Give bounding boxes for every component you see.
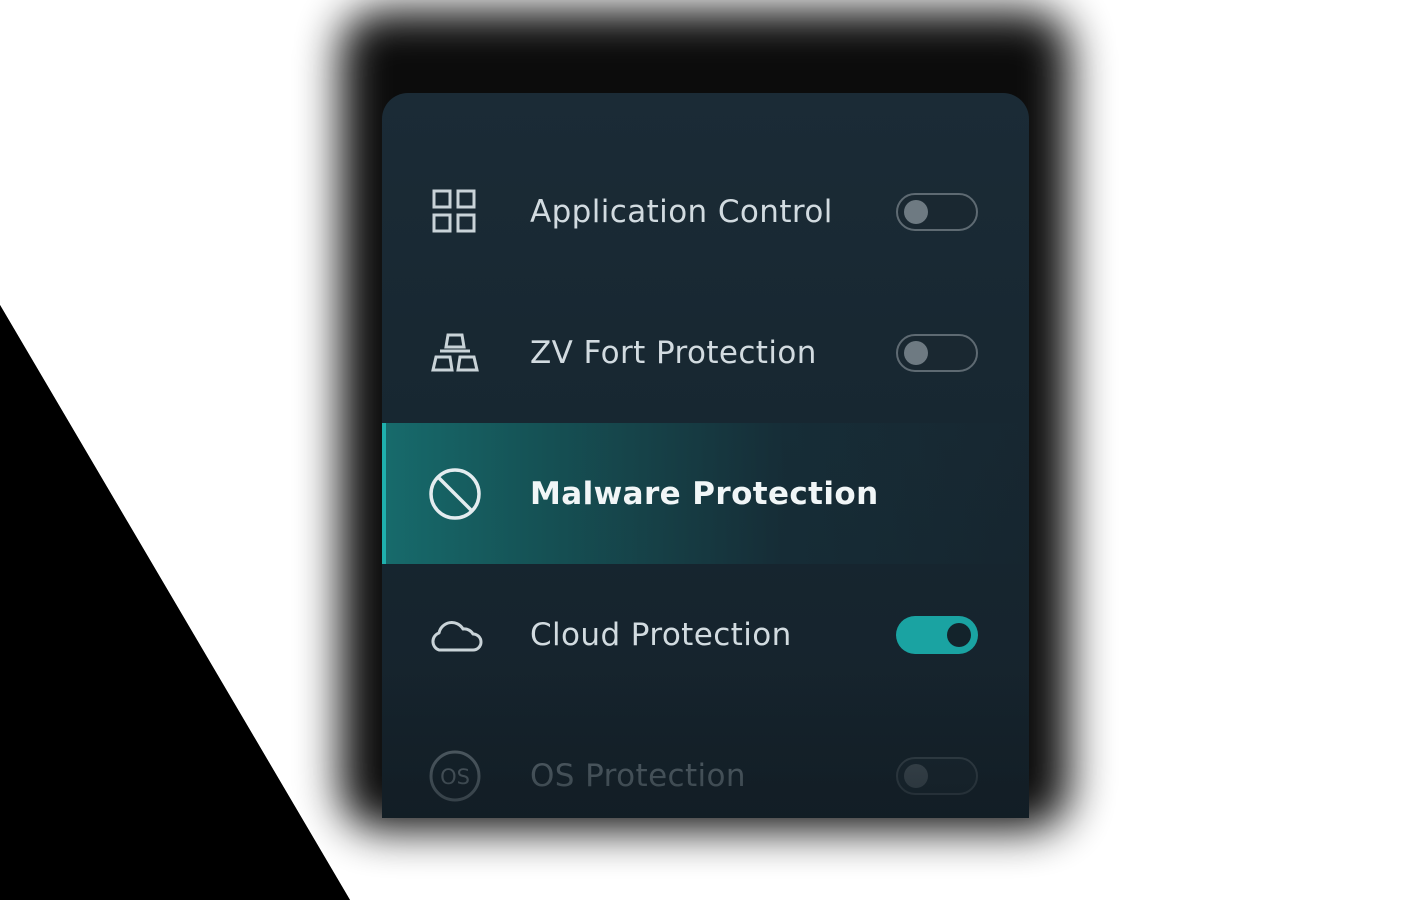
- stage: Application Control ZV Fort Protection M…: [0, 0, 1410, 900]
- menu-item-label: OS Protection: [530, 757, 746, 794]
- prohibited-icon: [426, 465, 484, 523]
- menu-item-application-control[interactable]: Application Control: [382, 141, 1029, 282]
- zv-fort-protection-toggle[interactable]: [896, 333, 978, 372]
- os-icon: OS: [426, 747, 484, 805]
- application-control-toggle[interactable]: [896, 192, 978, 231]
- toggle-knob: [947, 622, 971, 647]
- menu-item-label: ZV Fort Protection: [530, 334, 817, 371]
- cloud-protection-toggle[interactable]: [896, 615, 978, 654]
- menu-item-label: Application Control: [530, 193, 833, 230]
- menu-item-zv-fort-protection[interactable]: ZV Fort Protection: [382, 282, 1029, 423]
- menu-item-cloud-protection[interactable]: Cloud Protection: [382, 564, 1029, 705]
- toggle-knob: [904, 763, 928, 788]
- os-badge-text: OS: [440, 765, 470, 789]
- os-protection-toggle[interactable]: [896, 756, 978, 795]
- menu-item-malware-protection[interactable]: Malware Protection: [382, 423, 1029, 564]
- stacked-blocks-icon: [426, 324, 484, 382]
- menu-item-os-protection[interactable]: OS OS Protection: [382, 705, 1029, 818]
- cloud-icon: [426, 606, 484, 664]
- active-indicator: [382, 423, 386, 564]
- grid-icon: [426, 183, 484, 241]
- menu-item-label: Cloud Protection: [530, 616, 792, 653]
- toggle-knob: [904, 199, 928, 224]
- protection-settings-panel: Application Control ZV Fort Protection M…: [382, 93, 1029, 818]
- menu-item-label: Malware Protection: [530, 475, 879, 512]
- toggle-knob: [904, 340, 928, 365]
